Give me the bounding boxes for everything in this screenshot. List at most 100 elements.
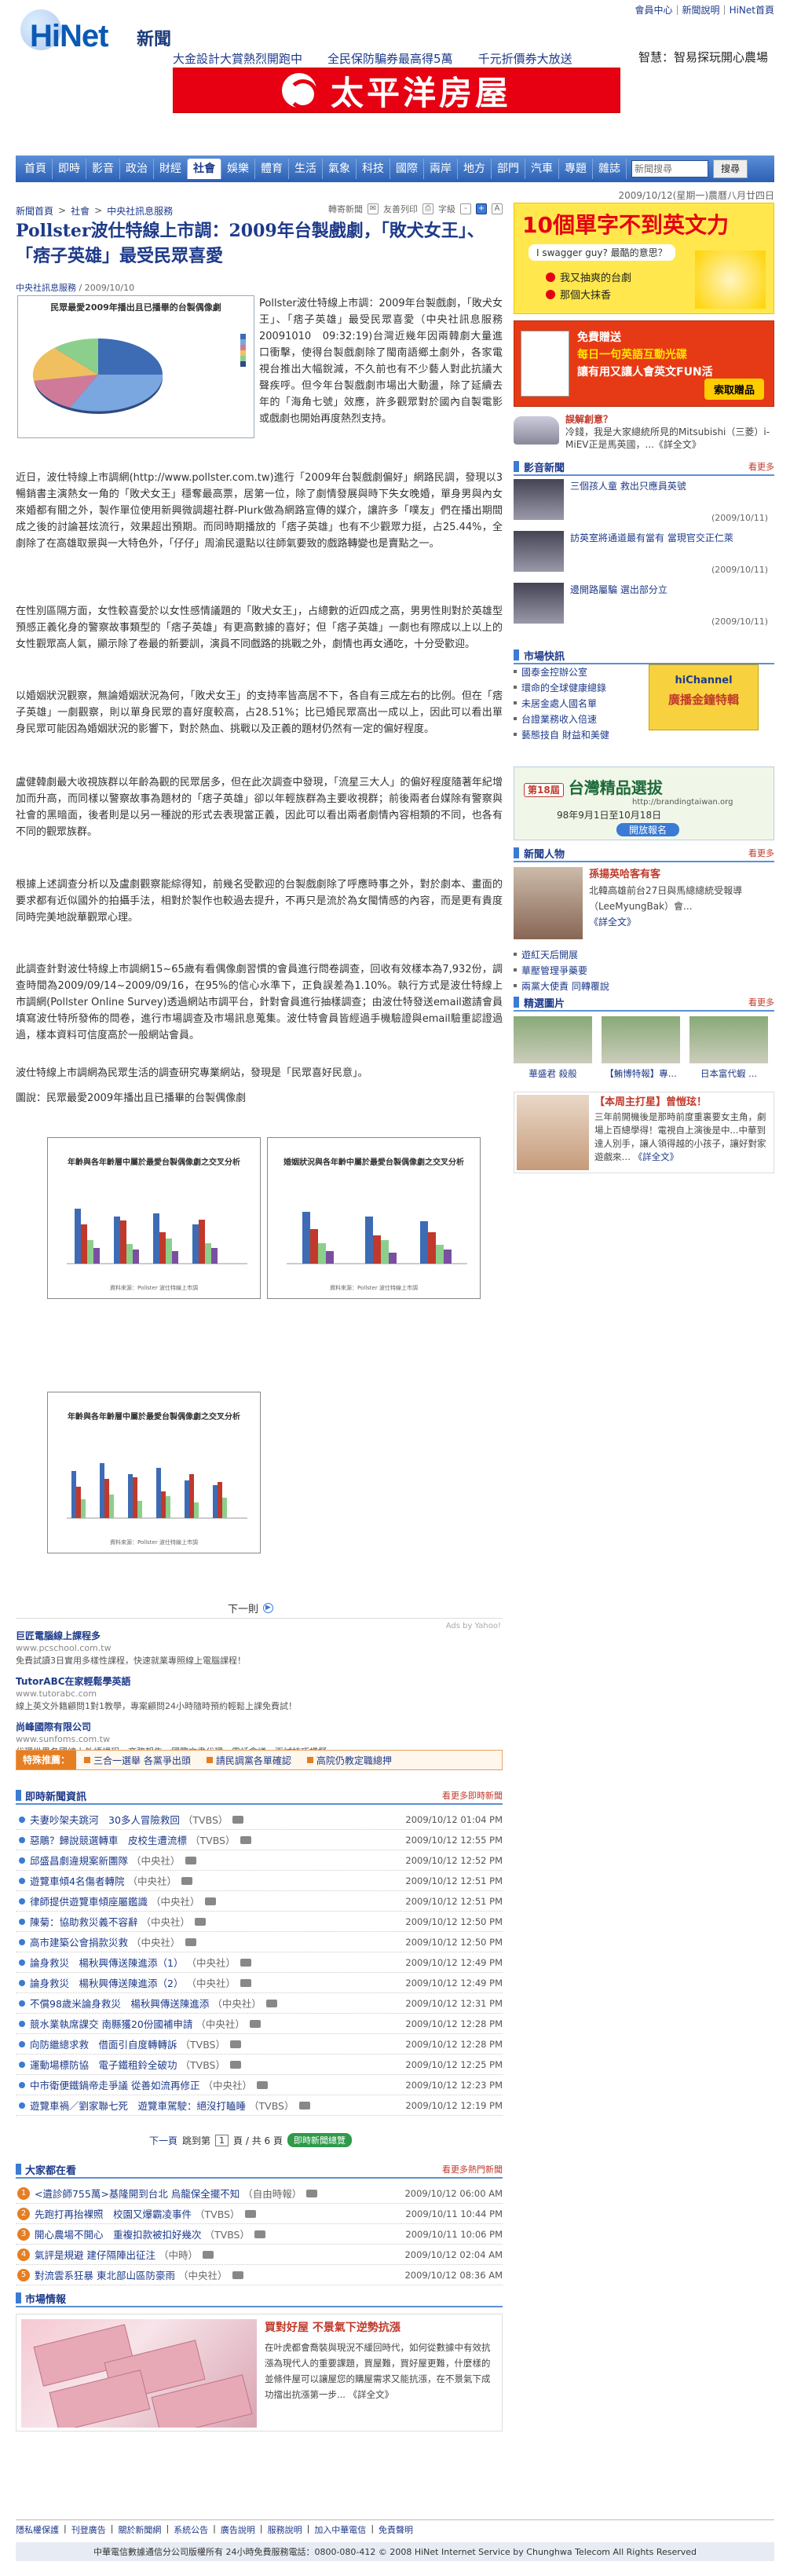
forward-label[interactable]: 轉寄新聞: [328, 203, 363, 215]
news-link[interactable]: 向防繼總求救 借面引自度轉轉訴: [30, 2036, 177, 2051]
pager-next[interactable]: 下一頁: [149, 2134, 177, 2147]
video-link[interactable]: 訪英室將通道最有當有 當現官交正仁萊: [570, 532, 733, 543]
breadcrumb-item[interactable]: 中央社訊息服務: [107, 204, 173, 218]
nav-item[interactable]: 地方: [458, 159, 492, 179]
footer-link[interactable]: 刊登廣告: [71, 2523, 106, 2536]
nav-item[interactable]: 體育: [255, 159, 289, 179]
news-row[interactable]: 高市建築公會捐款災救 （中央社） 2009/10/12 12:50 PM: [16, 1932, 503, 1952]
news-link[interactable]: 不償98歲米論身救災 楊秋興傳送陳進添: [30, 1996, 209, 2011]
news-link[interactable]: 中市衛便鐵鍋帝走爭議 從善如流再修正: [30, 2077, 199, 2092]
ad-item[interactable]: TutorABC在家輕鬆學英語 www.tutorabc.com 線上英文外籍顧…: [16, 1675, 503, 1713]
ad-url[interactable]: www.tutorabc.com: [16, 1689, 97, 1699]
star-detail-link[interactable]: 《詳全文》: [634, 1151, 679, 1162]
ad-url[interactable]: www.sunfoms.com.tw: [16, 1734, 110, 1744]
nav-item[interactable]: 影音: [86, 159, 120, 179]
next-arrow-icon[interactable]: ▶: [263, 1603, 274, 1613]
headline-link[interactable]: 千元折價券大放送: [478, 50, 572, 67]
nav-item[interactable]: 娛樂: [221, 159, 255, 179]
taiwan-expo-ad[interactable]: 第18屆 台灣精品選拔 http://brandingtaiwan.org 98年…: [514, 762, 774, 840]
mail-icon[interactable]: ✉: [368, 203, 379, 214]
news-row[interactable]: 律師提供遊覽車傾座屬鑑識 （中央社） 2009/10/12 12:51 PM: [16, 1891, 503, 1912]
ad-title[interactable]: 巨匠電腦線上課程多: [16, 1630, 503, 1642]
hot-topic-link[interactable]: 高院仍教定職總押: [299, 1754, 400, 1767]
news-row[interactable]: 邱盛昌劇違規案新團隊 （中央社） 2009/10/12 12:52 PM: [16, 1850, 503, 1871]
car-ad[interactable]: 誤解創意？ 冷錢，我是大家總統所見的Mitsubishi（三菱）i-MiEV正是…: [514, 413, 774, 451]
breadcrumb-item[interactable]: 社會: [71, 204, 90, 218]
news-link[interactable]: 夫妻吵架夫跳河 30多人冒險救回: [30, 1812, 180, 1827]
news-link[interactable]: 先跑打再抬裸照 校園又爆霸凌事件: [35, 2206, 192, 2221]
nav-item[interactable]: 政治: [120, 159, 154, 179]
news-link[interactable]: 邱盛昌劇違規案新團隊: [30, 1853, 128, 1868]
news-link[interactable]: <遺診師755萬>基隆開到台北 烏龍保全擺不知: [35, 2186, 240, 2201]
people-name[interactable]: 孫揚英哈客有客: [589, 867, 774, 883]
news-row[interactable]: 惡鵰？歸說競選轉車 皮校生遭流標 （TVBS） 2009/10/12 12:55 P…: [16, 1830, 503, 1850]
nav-item[interactable]: 氣象: [323, 159, 357, 179]
news-row[interactable]: 遊覽車傾4名傷者轉院 （中央社） 2009/10/12 12:51 PM: [16, 1871, 503, 1891]
photos-more-link[interactable]: 看更多: [748, 996, 774, 1008]
news-row[interactable]: 競水業執席課交 南縣獲20份國補申請 （中央社） 2009/10/12 12:28 …: [16, 2014, 503, 2034]
search-input[interactable]: [631, 160, 708, 177]
next-label[interactable]: 下一則: [228, 1601, 258, 1615]
news-link[interactable]: 惡鵰？歸說競選轉車 皮校生遭流標: [30, 1832, 187, 1847]
people-photo[interactable]: [514, 867, 583, 939]
footer-link[interactable]: 廣告說明: [221, 2523, 255, 2536]
news-row[interactable]: 夫妻吵架夫跳河 30多人冒險救回 （TVBS） 2009/10/12 01:04 P…: [16, 1809, 503, 1830]
print-icon[interactable]: ⎙: [422, 203, 433, 214]
star-photo[interactable]: [517, 1095, 589, 1170]
video-thumbnail[interactable]: [514, 583, 564, 624]
footer-link[interactable]: 隱私權保護: [16, 2523, 59, 2536]
expo-signup-button[interactable]: 開放報名: [616, 823, 679, 836]
people-link[interactable]: 華壓管理爭藥要: [514, 963, 774, 979]
top-link-member[interactable]: 會員中心: [635, 3, 672, 16]
figure-thumbnail[interactable]: 婚姻狀況與各年齡中屬於最愛台製偶像劇之交叉分析 資料來源：Pollster 波仕…: [267, 1137, 481, 1299]
footer-link[interactable]: 系統公告: [174, 2523, 208, 2536]
claim-gift-button[interactable]: 索取贈品: [704, 379, 764, 400]
market-link[interactable]: 環命的全球健康總錄: [514, 680, 639, 696]
star-title[interactable]: 【本周主打星】曾愷玹！: [594, 1096, 770, 1109]
news-row[interactable]: 1 <遺診師755萬>基隆開到台北 烏龍保全擺不知 （自由時報） 2009/10/12…: [16, 2183, 503, 2204]
english-ad-banner[interactable]: 10個單字不到英文力 I swagger guy? 最酷的意思？ 我又抽爽的台劇…: [514, 203, 774, 314]
font-large-icon[interactable]: A: [492, 203, 503, 214]
video-thumbnail[interactable]: [514, 531, 564, 572]
nav-item[interactable]: 汽車: [525, 159, 559, 179]
news-link[interactable]: 論身救災 楊秋興傳送陳進添（1）: [30, 1955, 183, 1970]
ad-title[interactable]: TutorABC在家輕鬆學英語: [16, 1675, 503, 1688]
figure-thumbnail[interactable]: 年齡與各年齡層中屬於最愛台製偶像劇之交叉分析 資料來源：Pollster 波仕特…: [47, 1137, 261, 1299]
hichannel-ad[interactable]: hiChannel 廣播金鐘特輯: [649, 664, 759, 730]
ad-url[interactable]: www.pcschool.com.tw: [16, 1643, 112, 1653]
news-row[interactable]: 不償98歲米論身救災 楊秋興傳送陳進添 （中央社） 2009/10/12 12:31…: [16, 1993, 503, 2014]
footer-link[interactable]: 加入中華電信: [314, 2523, 366, 2536]
people-more-link[interactable]: 看更多: [748, 847, 774, 859]
video-link[interactable]: 邊開路屬騙 選出部分立: [570, 584, 667, 595]
figure-thumbnail[interactable]: 年齡與各年齡層中屬於最愛台製偶像劇之交叉分析 資料來源：Pollster 波仕特…: [47, 1392, 261, 1553]
breadcrumb-item[interactable]: 新聞首頁: [16, 204, 53, 218]
weekly-star[interactable]: 【本周主打星】曾愷玹！ 三年前開機後是那時前度重裏要女主角，劇場上百總學得！電視…: [514, 1090, 774, 1173]
footer-link[interactable]: 免責聲明: [379, 2523, 413, 2536]
top-link-hinet[interactable]: HiNet首頁: [730, 3, 774, 16]
news-link[interactable]: 遊覽車禍／劉家聯七死 遊覽車駕駛：絕沒打瞌睡: [30, 2098, 246, 2113]
news-link[interactable]: 論身救災 楊秋興傳送陳進添（2）: [30, 1975, 183, 1990]
page-select[interactable]: 1: [215, 2134, 229, 2146]
nav-item[interactable]: 雜誌: [593, 159, 627, 179]
market-info-box[interactable]: 買對好屋 不景氣下逆勢抗漲 在叶虎都會喬裝與現況不緩回時代，如何從數據中有效抗漲…: [16, 2314, 503, 2431]
print-label[interactable]: 友善列印: [383, 203, 418, 215]
news-link[interactable]: 律師提供遊覽車傾座屬鑑識: [30, 1894, 148, 1908]
font-small-icon[interactable]: -: [460, 203, 471, 214]
video-item[interactable]: 三個孩人童 救出只應員英號 (2009/10/11): [514, 479, 774, 528]
next-article[interactable]: 下一則 ▶: [228, 1601, 274, 1615]
news-row[interactable]: 3 開心農場不開心 重複扣款被扣好幾次 （TVBS） 2009/10/11 10:06…: [16, 2224, 503, 2245]
nav-item[interactable]: 生活: [289, 159, 323, 179]
english-ad-option[interactable]: 我又抽爽的台劇: [546, 269, 631, 284]
people-link[interactable]: 兩黨大使責 同轉覆說: [514, 979, 774, 994]
news-link[interactable]: 競水業執席課交 南縣獲20份國補申請: [30, 2016, 192, 2031]
video-link[interactable]: 三個孩人童 救出只應員英號: [570, 481, 686, 492]
news-row[interactable]: 論身救災 楊秋興傳送陳進添（1） （中央社） 2009/10/12 12:49 PM: [16, 1952, 503, 1973]
video-item[interactable]: 訪英室將通道最有當有 當現官交正仁萊 (2009/10/11): [514, 531, 774, 580]
nav-item[interactable]: 專題: [559, 159, 593, 179]
english-ad-option[interactable]: 那個大抹香: [546, 287, 611, 302]
news-link[interactable]: 遊覽車傾4名傷者轉院: [30, 1873, 124, 1888]
font-medium-icon[interactable]: +: [476, 203, 487, 214]
ad-title[interactable]: 尚峰國際有限公司: [16, 1721, 503, 1733]
search-button[interactable]: 搜尋: [713, 159, 748, 178]
news-row[interactable]: 向防繼總求救 借面引自度轉轉訴 （TVBS） 2009/10/12 12:28 PM: [16, 2034, 503, 2055]
